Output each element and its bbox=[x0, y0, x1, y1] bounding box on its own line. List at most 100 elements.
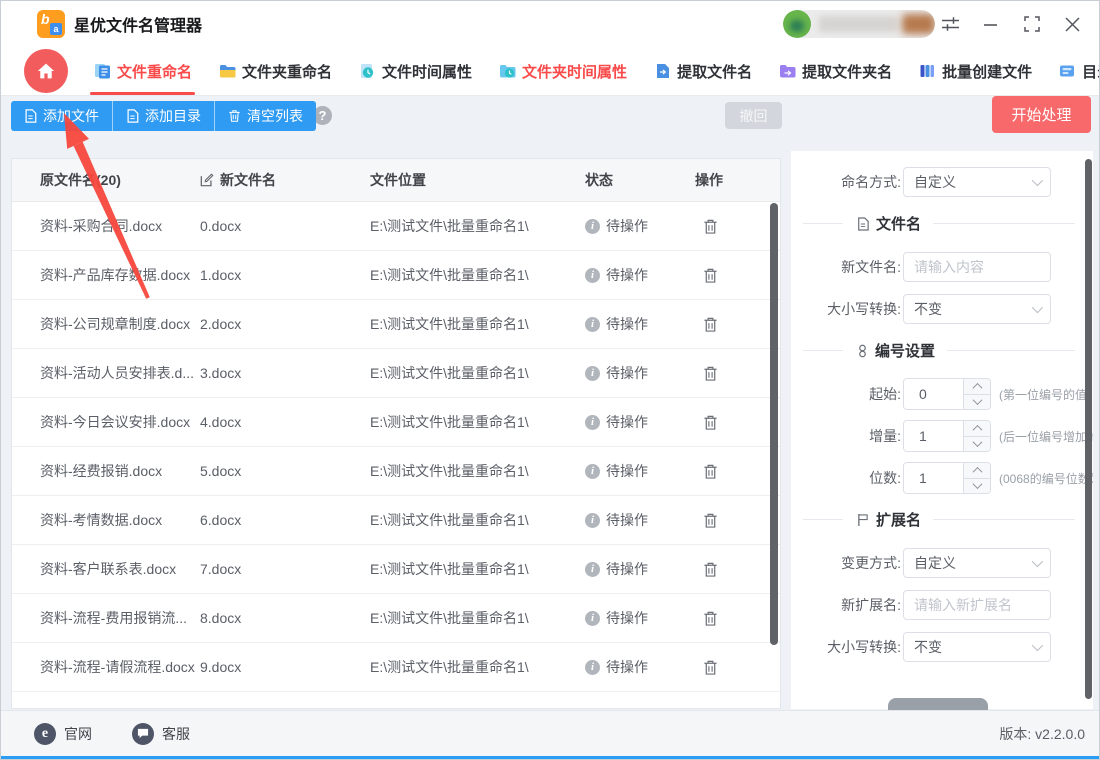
add-folder-button[interactable]: 添加目录 bbox=[112, 101, 214, 131]
info-icon: i bbox=[585, 365, 600, 381]
chevron-up-icon bbox=[972, 424, 982, 435]
trash-icon bbox=[704, 219, 717, 234]
add-file-button[interactable]: 添加文件 bbox=[11, 101, 112, 131]
delete-row-button[interactable] bbox=[703, 610, 718, 627]
delete-row-button[interactable] bbox=[703, 365, 718, 382]
table-row: 资料-产品库存数据.docx 1.docx E:\测试文件\批量重命名1\ i 待操作 bbox=[12, 251, 780, 300]
chevron-down-icon bbox=[1031, 301, 1044, 314]
trash-icon bbox=[704, 415, 717, 430]
start-number-spinner[interactable]: 0 bbox=[903, 378, 991, 410]
change-method-select[interactable]: 自定义 bbox=[903, 548, 1051, 578]
new-filename: 3.docx bbox=[200, 365, 242, 381]
digits-spinner[interactable]: 1 bbox=[903, 462, 991, 494]
delete-row-button[interactable] bbox=[703, 316, 718, 333]
trash-icon bbox=[703, 708, 718, 710]
extension-case-label: 大小写转换: bbox=[827, 639, 901, 655]
customer-service-link[interactable]: 客服 bbox=[132, 722, 190, 745]
file-rename-icon bbox=[93, 63, 111, 79]
minimize-icon bbox=[983, 23, 997, 26]
info-icon: i bbox=[585, 709, 600, 710]
delete-row-button[interactable] bbox=[703, 659, 718, 676]
table-row: 资料-活动人员安排表.d... 3.docx E:\测试文件\批量重命名1\ i 待操作 bbox=[12, 349, 780, 398]
status-text: 待操作 bbox=[606, 365, 648, 381]
status-text: 待操作 bbox=[606, 463, 648, 479]
tab-label: 提取文件夹名 bbox=[802, 63, 893, 81]
home-button[interactable] bbox=[24, 49, 68, 93]
edit-icon bbox=[200, 173, 214, 187]
spinner-down-button[interactable] bbox=[964, 477, 990, 494]
official-site-link[interactable]: e 官网 bbox=[34, 722, 92, 745]
flag-icon bbox=[857, 513, 869, 527]
naming-method-select[interactable]: 自定义 bbox=[903, 167, 1051, 197]
maximize-button[interactable] bbox=[1021, 13, 1043, 35]
increment-spinner[interactable]: 1 bbox=[903, 420, 991, 452]
table-row: 资料-采购合同.docx 0.docx E:\测试文件\批量重命名1\ i 待操作 bbox=[12, 202, 780, 251]
file-location: E:\测试文件\批量重命名1\ bbox=[370, 512, 529, 528]
user-account[interactable] bbox=[783, 10, 935, 38]
file-time-icon bbox=[358, 63, 376, 79]
extension-case-select[interactable]: 不变 bbox=[903, 632, 1051, 662]
tab-extract-file-name[interactable]: 提取文件名 bbox=[640, 47, 765, 95]
spinner-up-button[interactable] bbox=[964, 421, 990, 436]
merge-extract-icon bbox=[1058, 63, 1076, 79]
spinner-up-button[interactable] bbox=[964, 463, 990, 478]
delete-row-button[interactable] bbox=[703, 267, 718, 284]
tab-file-time-attr[interactable]: 文件时间属性 bbox=[345, 47, 485, 95]
new-extension-input[interactable] bbox=[903, 590, 1051, 620]
naming-method-value: 自定义 bbox=[914, 174, 956, 190]
info-icon: i bbox=[585, 610, 600, 626]
maximize-icon bbox=[1024, 16, 1040, 32]
info-icon: i bbox=[585, 316, 600, 332]
new-filename-label: 新文件名: bbox=[841, 259, 901, 275]
support-icon bbox=[132, 722, 154, 745]
original-filename: 资料-经费报销.docx bbox=[40, 463, 163, 479]
add-file-label: 添加文件 bbox=[43, 108, 99, 124]
delete-row-button[interactable] bbox=[703, 414, 718, 431]
file-location: E:\测试文件\批量重命名1\ bbox=[370, 365, 529, 381]
file-location: E:\测试文件\批量重命名1\ bbox=[370, 267, 529, 283]
close-button[interactable] bbox=[1061, 13, 1083, 35]
filename-case-select[interactable]: 不变 bbox=[903, 294, 1051, 324]
spinner-down-button[interactable] bbox=[964, 393, 990, 410]
delete-row-button[interactable] bbox=[703, 708, 718, 710]
delete-row-button[interactable] bbox=[703, 512, 718, 529]
new-filename-input[interactable] bbox=[903, 252, 1051, 282]
header-action: 操作 bbox=[695, 172, 723, 188]
header-file-location: 文件位置 bbox=[370, 172, 426, 188]
status-text: 待操作 bbox=[606, 610, 648, 626]
original-filename: 资料-产品库存数据.docx bbox=[40, 267, 191, 283]
spinner-up-button[interactable] bbox=[964, 379, 990, 394]
tab-batch-create-file[interactable]: 批量创建文件 bbox=[905, 47, 1045, 95]
tab-folder-rename[interactable]: 文件夹重命名 bbox=[205, 47, 345, 95]
settings-button[interactable] bbox=[939, 13, 961, 35]
close-icon bbox=[1064, 16, 1080, 32]
status-text: 待操作 bbox=[606, 267, 648, 283]
delete-row-button[interactable] bbox=[703, 561, 718, 578]
clear-list-button[interactable]: 清空列表 bbox=[214, 101, 316, 131]
spinner-down-button[interactable] bbox=[964, 435, 990, 452]
info-icon: i bbox=[585, 561, 600, 577]
filename-section-title: 文件名 bbox=[876, 216, 922, 233]
tab-strip: 文件重命名 文件夹重命名 文件时间属性 文件夹时间属性 提取文件名 提取文件夹名 批量创建文… bbox=[80, 47, 1099, 95]
panel-scrollbar-thumb[interactable] bbox=[1085, 159, 1092, 699]
undo-button[interactable]: 撤回 bbox=[725, 102, 782, 129]
batch-create-icon bbox=[918, 63, 936, 79]
info-icon: i bbox=[585, 414, 600, 430]
tab-label: 文件时间属性 bbox=[382, 63, 473, 81]
bottom-accent-bar bbox=[1, 756, 1099, 759]
start-process-button[interactable]: 开始处理 bbox=[992, 96, 1091, 133]
original-filename: 资料-今日会议安排.docx bbox=[40, 414, 191, 430]
tab-folder-time-attr[interactable]: 文件夹时间属性 bbox=[485, 47, 640, 95]
tab-merge-extract[interactable]: 目录文件合并/提取 bbox=[1045, 47, 1099, 95]
tab-extract-folder-name[interactable]: 提取文件夹名 bbox=[765, 47, 905, 95]
file-icon bbox=[127, 109, 139, 123]
delete-row-button[interactable] bbox=[703, 218, 718, 235]
chevron-down-icon bbox=[972, 437, 982, 448]
delete-row-button[interactable] bbox=[703, 463, 718, 480]
footer-bar: e 官网 客服 版本: v2.2.0.0 bbox=[1, 710, 1099, 756]
new-filename: 4.docx bbox=[200, 414, 242, 430]
table-scrollbar-thumb[interactable] bbox=[770, 203, 778, 645]
tab-file-rename[interactable]: 文件重命名 bbox=[80, 47, 205, 95]
minimize-button[interactable] bbox=[979, 13, 1001, 35]
start-number-value: 0 bbox=[904, 379, 963, 409]
